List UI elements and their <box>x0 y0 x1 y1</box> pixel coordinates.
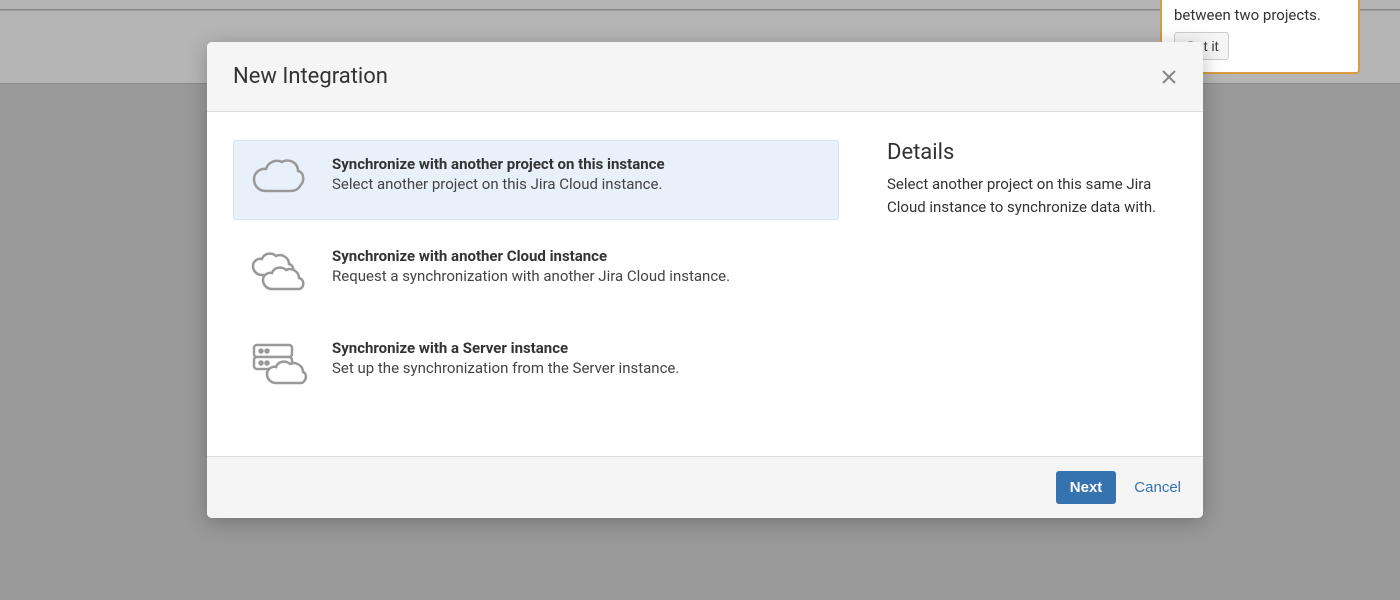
server-cloud-icon <box>248 339 308 389</box>
cancel-button[interactable]: Cancel <box>1134 479 1181 496</box>
details-panel: Details Select another project on this s… <box>887 140 1177 416</box>
option-title: Synchronize with another Cloud instance <box>332 247 824 265</box>
details-heading: Details <box>887 140 1177 165</box>
cloud-icon <box>248 155 308 205</box>
close-icon[interactable] <box>1161 69 1177 85</box>
option-desc: Select another project on this Jira Clou… <box>332 175 824 193</box>
option-desc: Request a synchronization with another J… <box>332 267 824 285</box>
modal-header: New Integration <box>207 42 1203 112</box>
next-button[interactable]: Next <box>1056 471 1117 504</box>
modal-footer: Next Cancel <box>207 456 1203 518</box>
option-another-cloud[interactable]: Synchronize with another Cloud instance … <box>233 232 839 312</box>
option-title: Synchronize with another project on this… <box>332 155 824 173</box>
modal-title: New Integration <box>233 64 388 89</box>
clouds-icon <box>248 247 308 297</box>
modal-body: Synchronize with another project on this… <box>207 112 1203 456</box>
hint-tooltip-text: between two projects. <box>1174 6 1346 24</box>
option-server[interactable]: Synchronize with a Server instance Set u… <box>233 324 839 404</box>
option-title: Synchronize with a Server instance <box>332 339 824 357</box>
details-text: Select another project on this same Jira… <box>887 173 1177 218</box>
option-desc: Set up the synchronization from the Serv… <box>332 359 824 377</box>
options-list: Synchronize with another project on this… <box>233 140 839 416</box>
option-same-instance[interactable]: Synchronize with another project on this… <box>233 140 839 220</box>
new-integration-modal: New Integration Synchronize with another… <box>207 42 1203 518</box>
